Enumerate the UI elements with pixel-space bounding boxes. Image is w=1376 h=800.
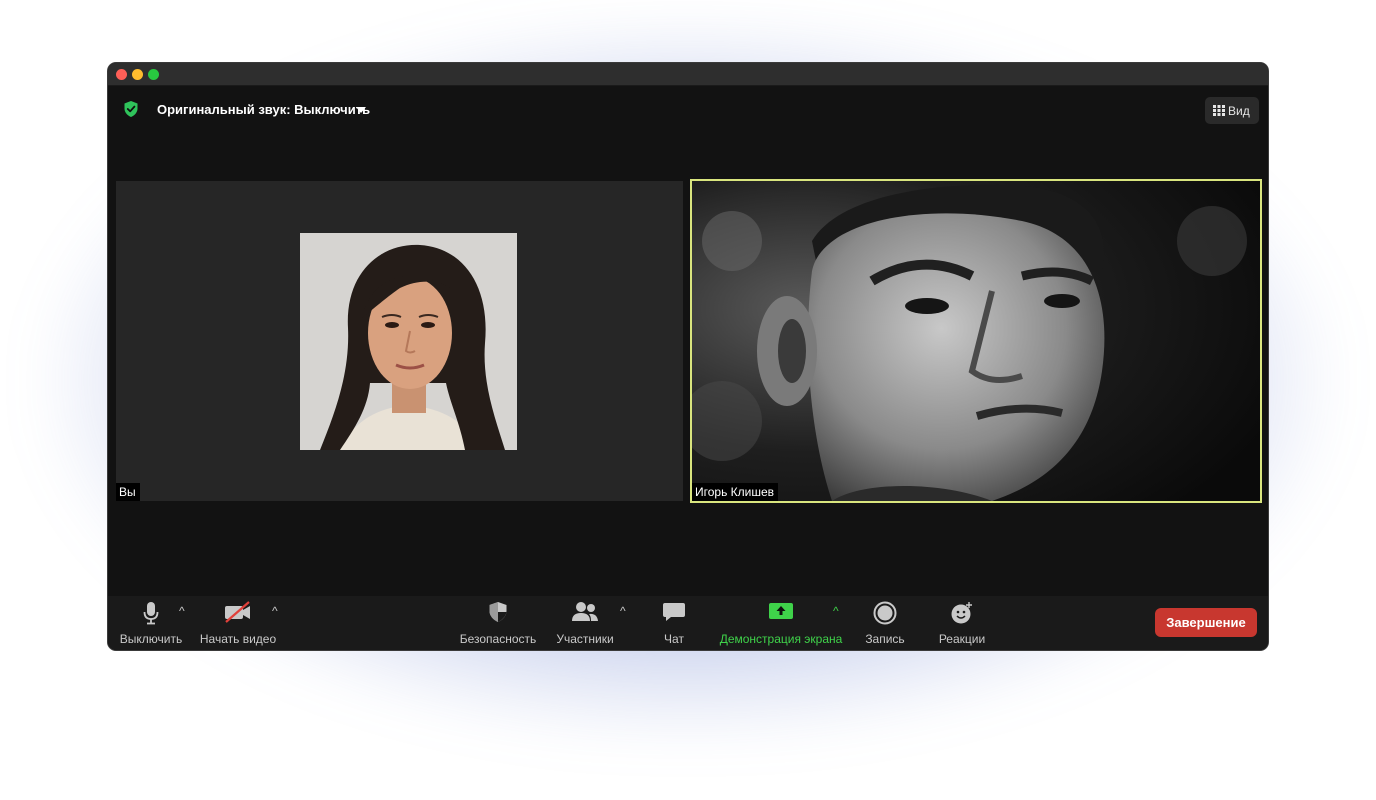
share-screen-button-label: Демонстрация экрана xyxy=(719,632,843,646)
video-feed xyxy=(692,181,1260,501)
mute-button[interactable]: Выключить xyxy=(116,596,186,650)
participants-options-chevron-up-icon[interactable]: ^ xyxy=(620,604,626,618)
mute-button-label: Выключить xyxy=(119,632,183,646)
participant-name-self: Вы xyxy=(116,483,140,501)
record-button-label: Запись xyxy=(865,632,905,646)
shield-check-icon[interactable] xyxy=(124,101,138,117)
video-off-icon xyxy=(225,601,250,623)
share-screen-button[interactable]: Демонстрация экрана xyxy=(716,596,846,650)
emoji-plus-icon xyxy=(951,602,972,624)
video-tile-active-speaker[interactable]: Игорь Клишев xyxy=(690,179,1262,503)
meeting-toolbar: Выключить ^ Начать видео ^ Безопасность xyxy=(108,596,1268,650)
chat-button-label: Чат xyxy=(664,632,684,646)
meeting-window: Оригинальный звук: Выключить Вид Вы Игор… xyxy=(108,63,1268,650)
chevron-down-icon[interactable] xyxy=(356,107,366,113)
zoom-window-button[interactable] xyxy=(148,69,159,80)
title-bar xyxy=(108,63,1268,86)
participants-icon xyxy=(572,602,598,621)
security-button[interactable]: Безопасность xyxy=(458,596,538,650)
grid-icon xyxy=(1213,105,1225,116)
start-video-button[interactable]: Начать видео xyxy=(198,596,278,650)
participants-button[interactable]: Участники xyxy=(549,596,621,650)
chat-button[interactable]: Чат xyxy=(648,596,700,650)
end-meeting-button[interactable]: Завершение xyxy=(1155,608,1257,637)
audio-options-chevron-up-icon[interactable]: ^ xyxy=(179,604,185,618)
participants-button-label: Участники xyxy=(556,632,614,646)
record-icon xyxy=(873,601,897,625)
share-options-chevron-up-icon[interactable]: ^ xyxy=(833,604,839,618)
avatar xyxy=(300,233,517,450)
original-sound-toggle[interactable]: Оригинальный звук: Выключить xyxy=(157,102,370,117)
start-video-button-label: Начать видео xyxy=(199,632,277,646)
video-tile-self[interactable]: Вы xyxy=(116,181,683,501)
microphone-icon xyxy=(143,602,159,625)
chat-bubble-icon xyxy=(663,603,685,621)
shield-icon xyxy=(489,602,507,622)
reactions-button-label: Реакции xyxy=(938,632,986,646)
minimize-window-button[interactable] xyxy=(132,69,143,80)
security-button-label: Безопасность xyxy=(459,632,537,646)
view-button-label: Вид xyxy=(1228,104,1250,118)
video-options-chevron-up-icon[interactable]: ^ xyxy=(272,604,278,618)
participant-name-remote: Игорь Клишев xyxy=(692,483,779,501)
record-button[interactable]: Запись xyxy=(860,596,910,650)
share-screen-icon xyxy=(769,603,793,619)
reactions-button[interactable]: Реакции xyxy=(934,596,990,650)
meeting-top-bar: Оригинальный звук: Выключить Вид xyxy=(108,85,1268,133)
view-button[interactable]: Вид xyxy=(1205,97,1259,124)
close-window-button[interactable] xyxy=(116,69,127,80)
